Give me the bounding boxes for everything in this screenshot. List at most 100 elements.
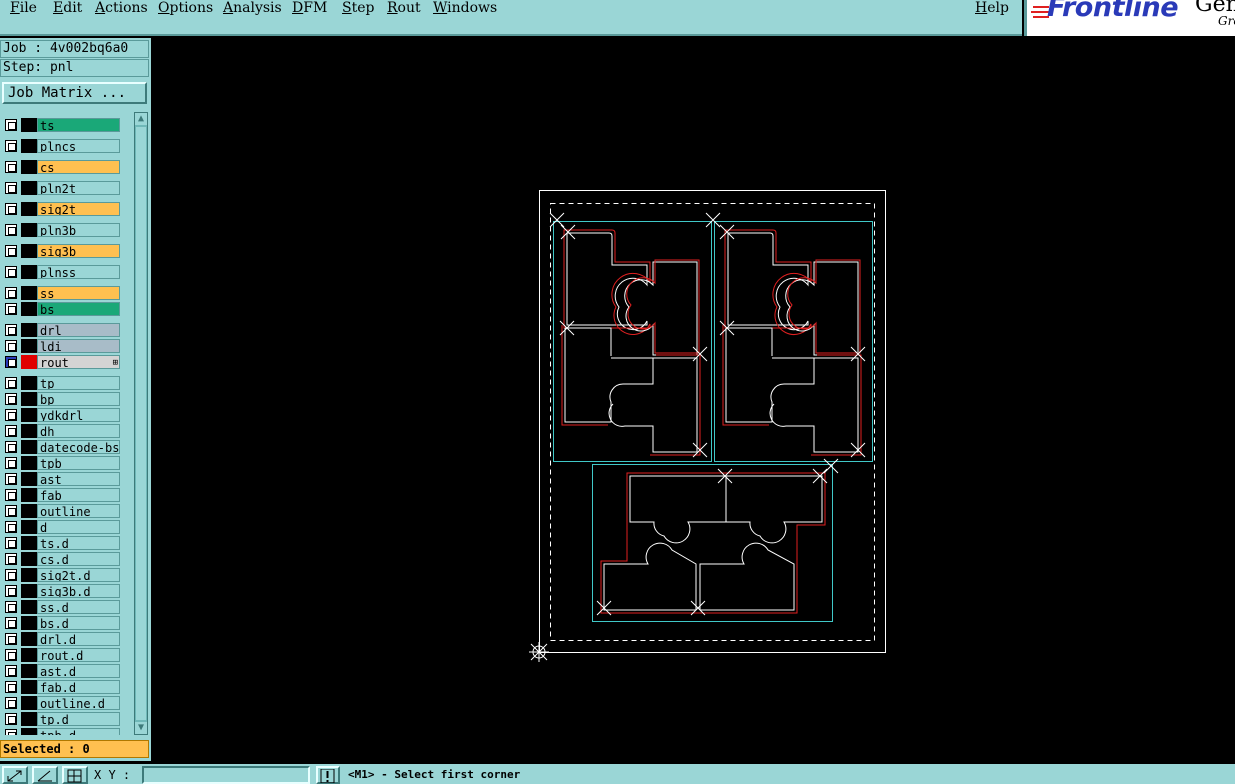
layer-checkbox[interactable] (5, 457, 17, 469)
layer-checkbox[interactable] (5, 521, 17, 533)
layer-name[interactable]: sig3b.d (37, 584, 120, 598)
menu-rout[interactable]: Rout (387, 0, 421, 16)
layer-name[interactable]: plnss (37, 265, 120, 279)
layer-checkbox[interactable] (5, 633, 17, 645)
layer-checkbox[interactable] (5, 489, 17, 501)
layer-color-swatch[interactable] (21, 584, 37, 598)
layer-color-swatch[interactable] (21, 139, 37, 153)
layer-name[interactable]: bs.d (37, 616, 120, 630)
layer-row[interactable]: rout ⊞ (2, 355, 122, 369)
layer-checkbox[interactable] (5, 266, 17, 278)
layer-color-swatch[interactable] (21, 568, 37, 582)
layer-color-swatch[interactable] (21, 504, 37, 518)
layer-checkbox[interactable] (5, 425, 17, 437)
layer-name[interactable]: tpb (37, 456, 120, 470)
layer-checkbox[interactable] (5, 377, 17, 389)
layer-checkbox[interactable] (5, 713, 17, 725)
layer-checkbox[interactable] (5, 182, 17, 194)
layer-color-swatch[interactable] (21, 323, 37, 337)
layer-color-swatch[interactable] (21, 648, 37, 662)
layer-color-swatch[interactable] (21, 376, 37, 390)
layer-color-swatch[interactable] (21, 680, 37, 694)
layer-name[interactable]: ast (37, 472, 120, 486)
layer-checkbox[interactable] (5, 569, 17, 581)
menu-file[interactable]: File (10, 0, 37, 16)
layer-color-swatch[interactable] (21, 160, 37, 174)
layer-checkbox[interactable] (5, 729, 17, 735)
layer-row[interactable]: sig3b.d (2, 584, 122, 598)
layer-color-swatch[interactable] (21, 728, 37, 735)
layer-name[interactable]: pln2t (37, 181, 120, 195)
layer-row[interactable]: tp.d (2, 712, 122, 726)
layer-name[interactable]: tpb.d (37, 728, 120, 735)
layer-name[interactable]: tp (37, 376, 120, 390)
layer-checkbox[interactable] (5, 665, 17, 677)
layer-row[interactable]: bp (2, 392, 122, 406)
layer-row[interactable]: ldi (2, 339, 122, 353)
menu-step[interactable]: Step (342, 0, 374, 16)
layer-color-swatch[interactable] (21, 223, 37, 237)
layer-color-swatch[interactable] (21, 520, 37, 534)
layer-name[interactable]: rout ⊞ (37, 355, 120, 369)
layer-name[interactable]: sig2t (37, 202, 120, 216)
layer-color-swatch[interactable] (21, 244, 37, 258)
layer-name[interactable]: datecode-bs (37, 440, 120, 454)
layer-name[interactable]: bp (37, 392, 120, 406)
layer-color-swatch[interactable] (21, 632, 37, 646)
layer-checkbox[interactable] (5, 681, 17, 693)
menu-dfm[interactable]: DFM (292, 0, 327, 16)
layer-row[interactable]: ss.d (2, 600, 122, 614)
layer-color-swatch[interactable] (21, 265, 37, 279)
layer-color-swatch[interactable] (21, 408, 37, 422)
layer-checkbox[interactable] (5, 140, 17, 152)
layer-checkbox[interactable] (5, 473, 17, 485)
layer-name[interactable]: cs.d (37, 552, 120, 566)
layer-list-scrollbar[interactable]: ▲ ▼ (134, 112, 148, 735)
menu-edit[interactable]: Edit (53, 0, 82, 16)
layer-color-swatch[interactable] (21, 600, 37, 614)
layer-name[interactable]: outline.d (37, 696, 120, 710)
layer-name[interactable]: d (37, 520, 120, 534)
layer-checkbox[interactable] (5, 585, 17, 597)
layer-row[interactable]: ss (2, 286, 122, 300)
layer-row[interactable]: outline.d (2, 696, 122, 710)
layer-color-swatch[interactable] (21, 616, 37, 630)
layer-name[interactable]: ydkdrl (37, 408, 120, 422)
layer-row[interactable]: cs.d (2, 552, 122, 566)
layer-color-swatch[interactable] (21, 696, 37, 710)
layer-name[interactable]: sig2t.d (37, 568, 120, 582)
layer-row[interactable]: tp (2, 376, 122, 390)
layer-checkbox[interactable] (5, 119, 17, 131)
layer-row[interactable]: ydkdrl (2, 408, 122, 422)
layer-row[interactable]: plncs (2, 139, 122, 153)
measure-button[interactable] (32, 766, 58, 784)
layer-color-swatch[interactable] (21, 424, 37, 438)
layer-name[interactable]: ss.d (37, 600, 120, 614)
layer-row[interactable]: fab.d (2, 680, 122, 694)
layer-checkbox[interactable] (5, 303, 17, 315)
job-matrix-button[interactable]: Job Matrix ... (2, 82, 147, 104)
layer-name[interactable]: drl (37, 323, 120, 337)
layer-color-swatch[interactable] (21, 536, 37, 550)
layer-checkbox[interactable] (5, 601, 17, 613)
layer-name[interactable]: ldi (37, 339, 120, 353)
xy-input[interactable] (142, 766, 310, 784)
layer-row[interactable]: ast (2, 472, 122, 486)
layer-color-swatch[interactable] (21, 202, 37, 216)
layer-name[interactable]: rout.d (37, 648, 120, 662)
layer-row[interactable]: datecode-bs (2, 440, 122, 454)
layer-color-swatch[interactable] (21, 456, 37, 470)
layer-row[interactable]: bs (2, 302, 122, 316)
graphics-canvas[interactable] (151, 38, 1235, 764)
layer-color-swatch[interactable] (21, 664, 37, 678)
layer-row[interactable]: pln2t (2, 181, 122, 195)
layer-row[interactable]: sig3b (2, 244, 122, 258)
layer-name[interactable]: ast.d (37, 664, 120, 678)
layer-checkbox[interactable] (5, 537, 17, 549)
layer-checkbox[interactable] (5, 649, 17, 661)
layer-color-swatch[interactable] (21, 355, 37, 369)
layer-checkbox[interactable] (5, 340, 17, 352)
layer-checkbox[interactable] (5, 697, 17, 709)
layer-name[interactable]: ss (37, 286, 120, 300)
layer-row[interactable]: cs (2, 160, 122, 174)
